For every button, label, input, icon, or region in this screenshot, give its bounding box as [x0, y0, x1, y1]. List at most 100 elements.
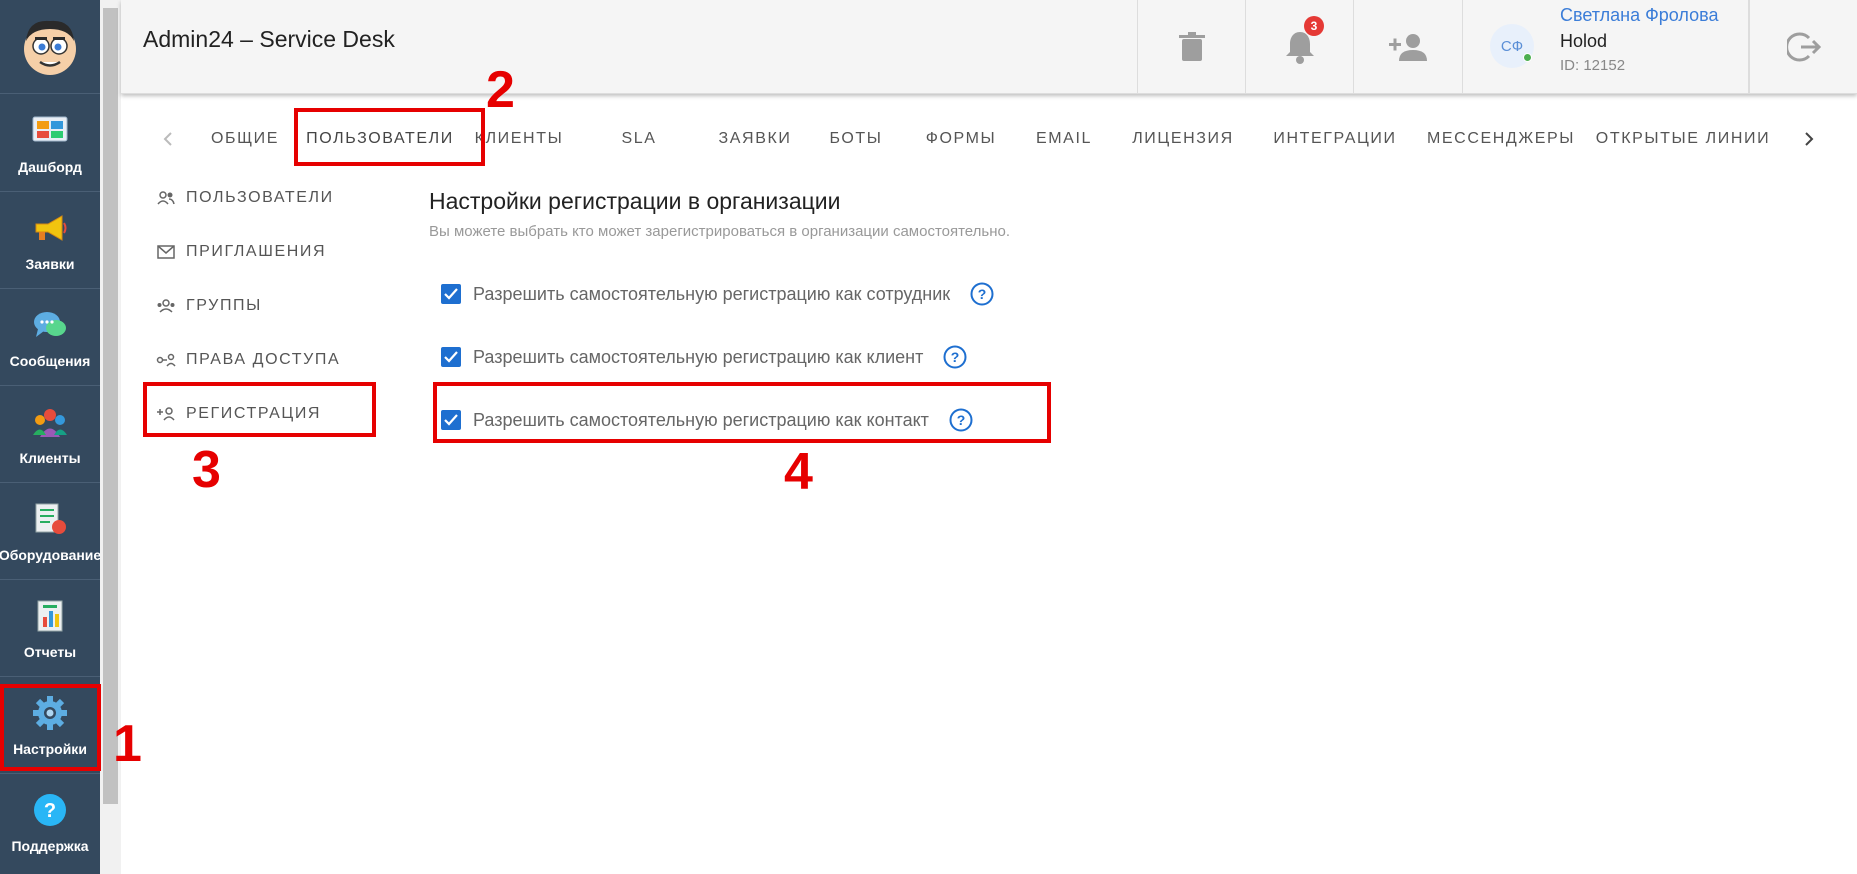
groups-icon: [156, 296, 176, 316]
dashboard-icon: [30, 111, 70, 151]
equipment-icon: [30, 499, 70, 539]
tab-integrations[interactable]: ИНТЕГРАЦИИ: [1265, 112, 1405, 166]
svg-text:?: ?: [951, 349, 960, 365]
option-employee: Разрешить самостоятельную регистрацию ка…: [441, 281, 994, 307]
gear-icon: [30, 693, 70, 733]
sidebar-item-dashboard[interactable]: Дашборд: [0, 95, 100, 192]
add-user-icon: [1388, 34, 1427, 61]
subnav-label: ГРУППЫ: [186, 297, 262, 314]
chevron-left-icon: [163, 132, 172, 146]
avatar[interactable]: СФ: [1490, 24, 1534, 68]
mail-icon: [156, 242, 176, 262]
sidebar: Дашборд Заявки Сообщения Клиенты Оборудо…: [0, 0, 102, 874]
avatar-logo[interactable]: [0, 0, 100, 94]
megaphone-icon: [30, 208, 70, 248]
svg-text:?: ?: [44, 800, 56, 822]
subnav-registration[interactable]: РЕГИСТРАЦИЯ: [156, 399, 321, 429]
client-checkbox[interactable]: [441, 347, 461, 367]
option-label: Разрешить самостоятельную регистрацию ка…: [473, 283, 951, 304]
cartoon-face-icon: [24, 20, 76, 75]
check-icon: [444, 414, 458, 426]
user-name-link[interactable]: Светлана Фролова: [1560, 5, 1718, 26]
subnav-groups[interactable]: ГРУППЫ: [156, 291, 262, 321]
check-icon: [444, 351, 458, 363]
sidebar-item-settings[interactable]: Настройки: [0, 677, 100, 774]
sidebar-item-label: Поддержка: [11, 838, 89, 854]
sidebar-item-label: Оборудование: [0, 547, 102, 563]
tab-forms[interactable]: ФОРМЫ: [918, 112, 1004, 166]
help-circle-icon[interactable]: ?: [949, 408, 973, 432]
sidebar-item-label: Настройки: [13, 741, 87, 757]
logout-button[interactable]: [1749, 0, 1857, 94]
subnav-label: РЕГИСТРАЦИЯ: [186, 405, 322, 422]
employee-checkbox[interactable]: [441, 284, 461, 304]
option-contact: Разрешить самостоятельную регистрацию ка…: [441, 407, 973, 433]
sidebar-item-label: Сообщения: [9, 353, 91, 369]
chevron-right-icon: [1805, 132, 1814, 146]
trash-icon: [1178, 32, 1205, 61]
help-icon: ?: [30, 790, 70, 830]
tab-clients[interactable]: КЛИЕНТЫ: [469, 112, 569, 166]
annotation-number-2: 2: [486, 61, 515, 119]
annotation-number-1: 1: [113, 715, 142, 773]
tabs-next-button[interactable]: [1789, 112, 1829, 166]
avatar-initials: СФ: [1500, 37, 1524, 55]
tab-bots[interactable]: БОТЫ: [821, 112, 891, 166]
trash-button[interactable]: [1137, 0, 1245, 94]
logout-icon: [1786, 32, 1821, 62]
sidebar-item-messages[interactable]: Сообщения: [0, 289, 100, 386]
option-label: Разрешить самостоятельную регистрацию ка…: [473, 346, 924, 367]
user-id: ID: 12152: [1560, 57, 1626, 74]
sidebar-item-clients[interactable]: Клиенты: [0, 386, 100, 483]
subnav-label: ПРАВА ДОСТУПА: [186, 351, 341, 368]
sidebar-item-label: Отчеты: [23, 644, 77, 660]
tab-general[interactable]: ОБЩИЕ: [205, 112, 285, 166]
add-user-button[interactable]: [1353, 0, 1461, 94]
check-icon: [444, 288, 458, 300]
users-icon: [156, 188, 176, 208]
sidebar-item-reports[interactable]: Отчеты: [0, 580, 100, 677]
tab-email[interactable]: EMAIL: [1026, 112, 1102, 166]
tabs-prev-button[interactable]: [148, 112, 188, 166]
option-label: Разрешить самостоятельную регистрацию ка…: [473, 409, 929, 430]
tab-sla[interactable]: SLA: [604, 112, 674, 166]
subnav-users[interactable]: ПОЛЬЗОВАТЕЛИ: [156, 183, 334, 213]
annotation-number-3: 3: [192, 441, 221, 499]
section-description: Вы можете выбрать кто может зарегистриро…: [429, 223, 1011, 240]
app-title: Admin24 – Service Desk: [143, 26, 395, 52]
sidebar-item-tickets[interactable]: Заявки: [0, 192, 100, 289]
sidebar-item-equipment[interactable]: Оборудование: [0, 483, 102, 580]
key-user-icon: [156, 350, 176, 370]
notifications-button[interactable]: 3: [1245, 0, 1353, 94]
clients-icon: [30, 402, 70, 442]
subnav-invitations[interactable]: ПРИГЛАШЕНИЯ: [156, 237, 326, 267]
header: Admin24 – Service Desk 3 СФ Светлана Фро…: [121, 0, 1857, 94]
option-client: Разрешить самостоятельную регистрацию ка…: [441, 344, 967, 370]
svg-text:?: ?: [957, 412, 966, 428]
sidebar-item-label: Заявки: [25, 256, 75, 272]
sidebar-item-label: Клиенты: [19, 450, 81, 466]
scrollbar-thumb[interactable]: [103, 8, 118, 804]
reports-icon: [30, 596, 70, 636]
online-status-dot: [1523, 53, 1532, 62]
notifications-badge: 3: [1304, 16, 1324, 36]
tab-messengers[interactable]: МЕССЕНДЖЕРЫ: [1422, 112, 1580, 166]
subnav-label: ПОЛЬЗОВАТЕЛИ: [186, 189, 334, 206]
subnav-label: ПРИГЛАШЕНИЯ: [186, 243, 327, 260]
sidebar-item-label: Дашборд: [18, 159, 82, 175]
tab-license[interactable]: ЛИЦЕНЗИЯ: [1130, 112, 1236, 166]
chat-icon: [30, 305, 70, 345]
help-circle-icon[interactable]: ?: [970, 282, 994, 306]
help-circle-icon[interactable]: ?: [943, 345, 967, 369]
section-title: Настройки регистрации в организации: [429, 188, 841, 214]
sidebar-item-support[interactable]: ? Поддержка: [0, 774, 100, 871]
settings-tabs: ОБЩИЕ ПОЛЬЗОВАТЕЛИ КЛИЕНТЫ SLA ЗАЯВКИ БО…: [121, 112, 1857, 166]
annotation-number-4: 4: [784, 443, 813, 501]
contact-checkbox[interactable]: [441, 410, 461, 430]
user-profile[interactable]: СФ Светлана Фролова Holod ID: 12152: [1462, 0, 1749, 94]
tab-users[interactable]: ПОЛЬЗОВАТЕЛИ: [305, 112, 455, 166]
tab-open-lines[interactable]: ОТКРЫТЫЕ ЛИНИИ: [1595, 112, 1771, 166]
tab-tickets[interactable]: ЗАЯВКИ: [705, 112, 805, 166]
svg-text:?: ?: [978, 286, 987, 302]
subnav-access-rights[interactable]: ПРАВА ДОСТУПА: [156, 345, 340, 375]
